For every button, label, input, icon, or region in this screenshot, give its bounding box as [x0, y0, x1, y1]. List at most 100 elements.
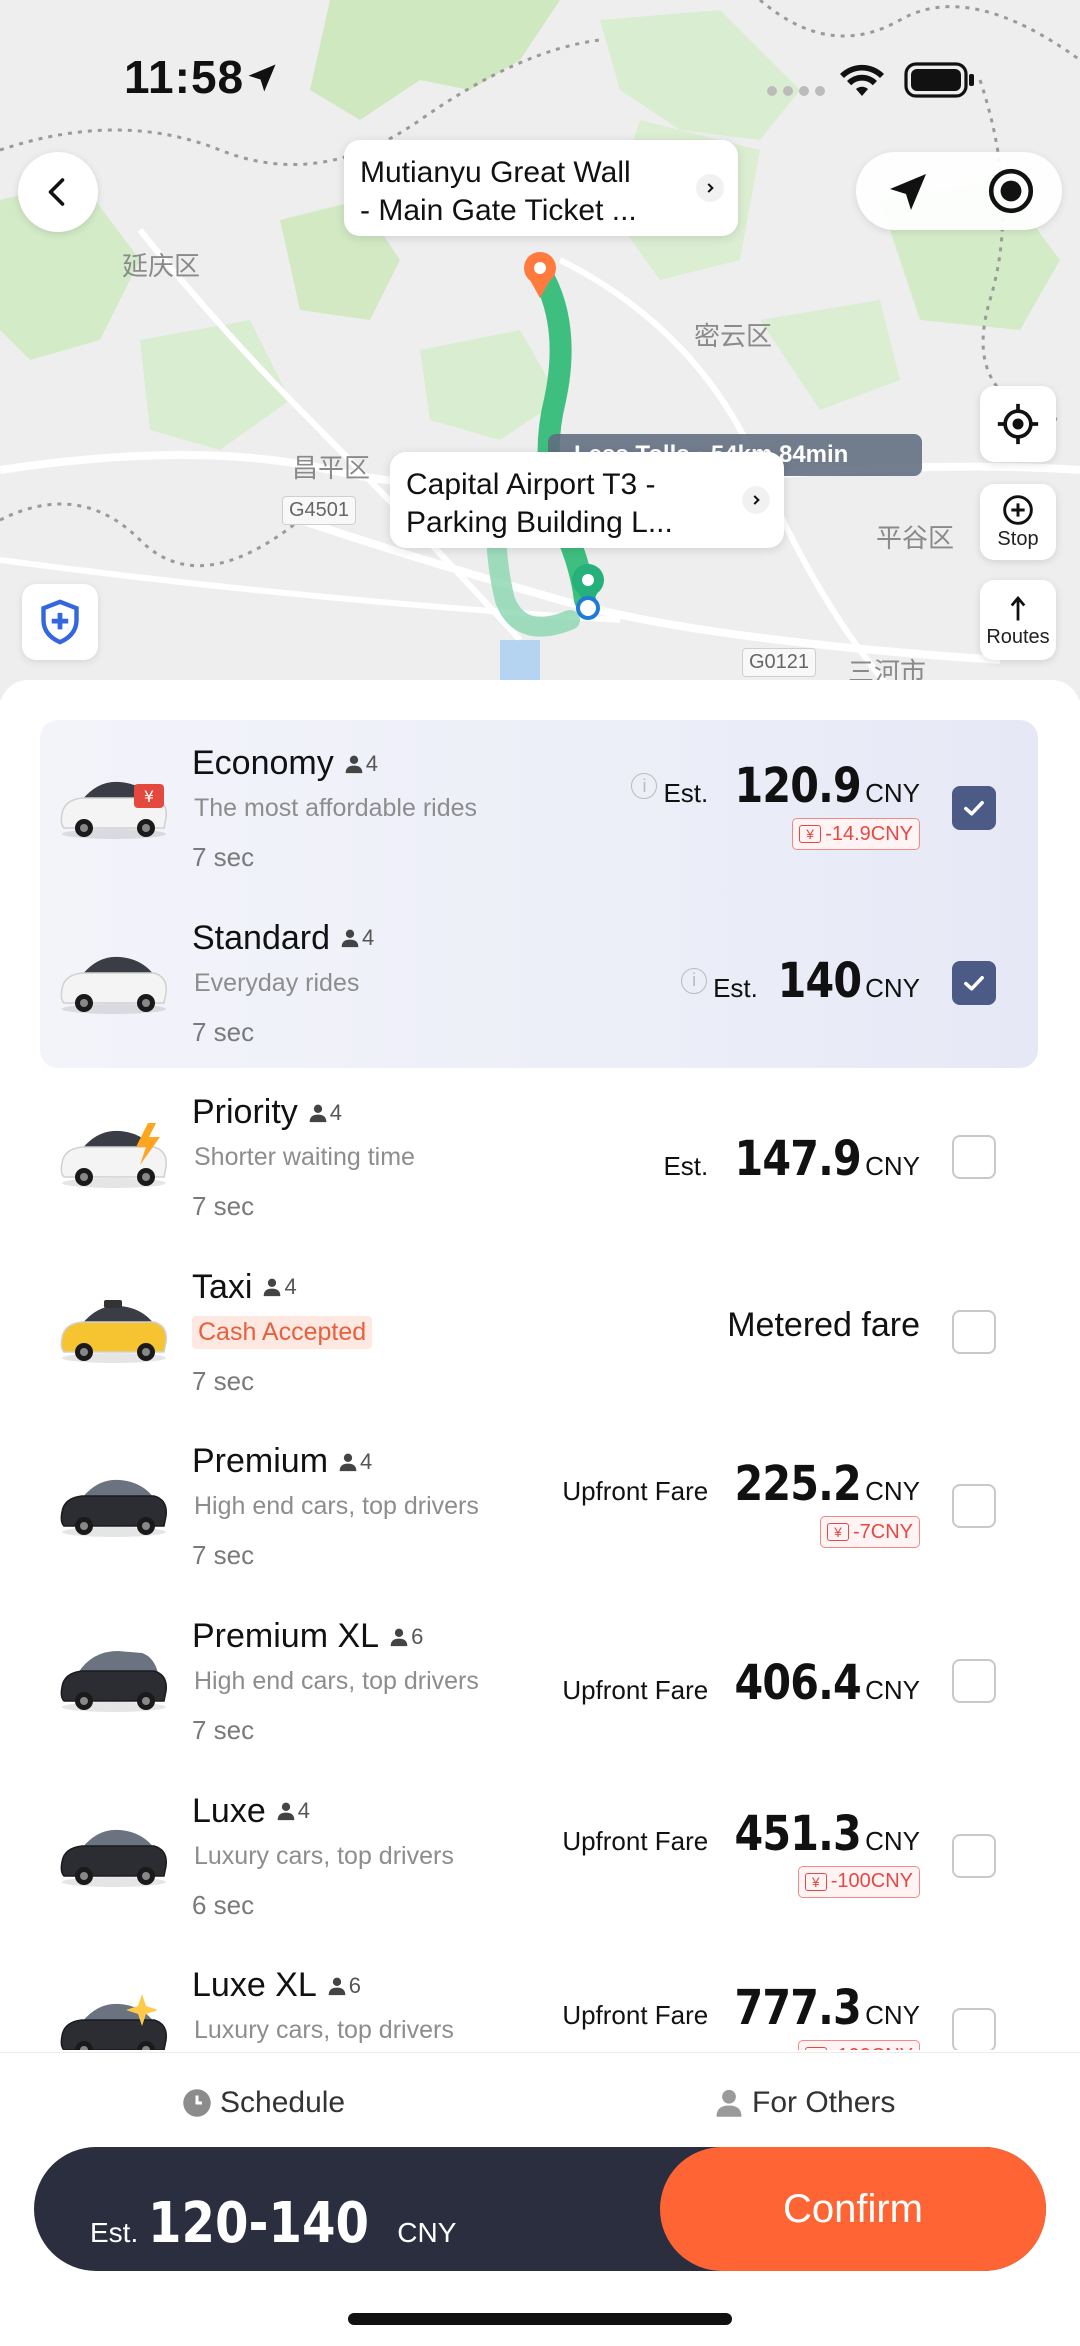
ride-name: Economy	[192, 744, 334, 782]
price-amount: 451.3	[734, 1805, 862, 1862]
navigate-arrow-icon[interactable]	[884, 168, 932, 216]
ride-select-checkbox[interactable]	[952, 2008, 996, 2050]
status-time: 11:58	[124, 51, 245, 103]
price-amount: 777.3	[734, 1980, 862, 2037]
discount-amount: -100CNY	[831, 2045, 913, 2050]
info-icon[interactable]: i	[681, 967, 708, 994]
car-icon	[58, 1818, 170, 1895]
ride-description: High end cars, top drivers	[194, 1667, 479, 1695]
ride-option-economy[interactable]: ¥ Economy 4 The most affordable rides 7 …	[0, 722, 1080, 896]
person-icon	[328, 1977, 346, 1995]
schedule-label: Schedule	[220, 2086, 346, 2119]
destination-line1: Mutianyu Great Wall	[360, 156, 631, 189]
price-prefix: Est.	[713, 972, 758, 1003]
origin-line1: Capital Airport T3 -	[406, 468, 656, 501]
price-prefix: Est.	[663, 778, 709, 808]
ride-select-checkbox[interactable]	[952, 1484, 996, 1529]
seat-count: 4	[262, 1274, 297, 1300]
confirm-button[interactable]: Confirm	[660, 2147, 1046, 2271]
discount-badge: ¥ -100CNY	[797, 1865, 920, 1898]
price-unit: CNY	[865, 1825, 920, 1856]
ride-name-row: Economy 4	[192, 744, 378, 783]
ride-name: Premium	[192, 1442, 329, 1481]
price-unit: CNY	[865, 1476, 920, 1507]
ride-option-standard[interactable]: Standard 4 Everyday rides 7 sec i Est. 1…	[0, 897, 1080, 1071]
info-icon[interactable]: i	[631, 773, 658, 799]
bottom-bar: Schedule For Others Est. 120-140 CNY Con…	[0, 2052, 1080, 2346]
chevron-left-icon	[48, 178, 65, 206]
person-icon	[264, 1278, 281, 1297]
ride-options-sheet[interactable]: ¥ Economy 4 The most affordable rides 7 …	[0, 680, 1080, 2050]
price-prefix: Est.	[663, 1151, 709, 1182]
ride-description: The most affordable rides	[194, 794, 478, 822]
ride-select-checkbox[interactable]	[952, 1309, 996, 1354]
price-prefix: Upfront Fare	[562, 1675, 709, 1705]
map-label-pinggu: 平谷区	[876, 523, 955, 553]
routes-button[interactable]: Routes	[980, 580, 1056, 660]
seat-count: 6	[327, 1973, 361, 1999]
ride-select-checkbox[interactable]	[952, 786, 996, 830]
seat-count: 4	[276, 1798, 310, 1824]
safety-button[interactable]	[22, 584, 98, 660]
origin-card[interactable]: Capital Airport T3 - Parking Building L.…	[390, 452, 784, 548]
ride-select-checkbox[interactable]	[952, 1135, 996, 1180]
battery-icon	[904, 62, 974, 98]
ride-option-luxe[interactable]: Luxe 4 Luxury cars, top drivers 6 sec Up…	[0, 1770, 1080, 1944]
ride-option-luxe-xl[interactable]: Luxe XL 6 Luxury cars, top drivers Upfro…	[0, 1944, 1080, 2050]
ride-select-checkbox[interactable]	[952, 1833, 996, 1878]
add-stop-button[interactable]: Stop	[980, 484, 1056, 560]
ride-price: Upfront Fare 777.3 CNY	[562, 1980, 920, 2036]
person-icon	[341, 929, 359, 948]
map-view[interactable]: 延庆区 密云区 昌平区 平谷区 三河市 G4501 G0121 11:58 Mu…	[0, 0, 1080, 700]
ride-name: Standard	[192, 918, 330, 957]
ride-description: Shorter waiting time	[194, 1143, 415, 1172]
discount-amount: -14.9CNY	[825, 822, 913, 845]
ride-option-premium[interactable]: Premium 4 High end cars, top drivers 7 s…	[0, 1420, 1080, 1594]
home-indicator[interactable]	[348, 2313, 732, 2325]
estimate-total: Est. 120-140 CNY	[90, 2191, 456, 2256]
routes-label: Routes	[986, 625, 1050, 648]
target-icon[interactable]	[986, 166, 1036, 216]
person-icon	[309, 1104, 327, 1122]
ride-option-taxi[interactable]: Taxi 4 Cash Accepted 7 sec Metered fare	[0, 1246, 1080, 1420]
ride-price: Upfront Fare 406.4 CNY	[562, 1655, 920, 1711]
destination-line2: - Main Gate Ticket ...	[360, 194, 637, 227]
price-amount: 225.2	[734, 1456, 862, 1513]
origin-line2: Parking Building L...	[406, 506, 673, 539]
discount-badge: ¥ -100CNY	[797, 2040, 920, 2050]
person-icon	[716, 2089, 742, 2117]
seat-count: 4	[340, 925, 374, 951]
seat-count: 4	[344, 751, 378, 777]
locate-me-button[interactable]	[980, 386, 1056, 462]
price-unit: CNY	[865, 778, 920, 808]
ride-eta: 7 sec	[192, 842, 255, 872]
ride-name: Taxi	[192, 1267, 253, 1306]
ride-description: High end cars, top drivers	[194, 1492, 479, 1521]
for-others-button[interactable]: For Others	[714, 2073, 895, 2133]
ride-price: i Est. 140 CNY	[681, 953, 920, 1009]
svg-text:¥: ¥	[144, 787, 154, 806]
ride-price: i Est. 120.9 CNY	[631, 758, 920, 814]
seat-number: 4	[284, 1274, 297, 1300]
ride-name-row: Premium XL 6	[192, 1617, 423, 1656]
discount-badge: ¥ -14.9CNY	[792, 818, 920, 850]
discount-amount: -7CNY	[852, 1520, 913, 1543]
ride-description: Luxury cars, top drivers	[194, 2016, 454, 2045]
ride-select-checkbox[interactable]	[952, 960, 996, 1005]
ride-eta: 7 sec	[192, 1191, 255, 1222]
metered-fare-label: Metered fare	[727, 1305, 920, 1344]
schedule-button[interactable]: Schedule	[182, 2073, 345, 2133]
price-prefix: Upfront Fare	[562, 1476, 709, 1507]
ride-option-premium-xl[interactable]: Premium XL 6 High end cars, top drivers …	[0, 1595, 1080, 1769]
back-button[interactable]	[18, 152, 98, 232]
price-amount: 140	[777, 952, 862, 1009]
coupon-icon: ¥	[799, 825, 822, 843]
discount-amount: -100CNY	[830, 1870, 913, 1893]
destination-card[interactable]: Mutianyu Great Wall - Main Gate Ticket .…	[344, 140, 738, 236]
ride-option-priority[interactable]: Priority 4 Shorter waiting time 7 sec Es…	[0, 1071, 1080, 1245]
route-fork-icon	[1010, 595, 1026, 620]
ride-select-checkbox[interactable]	[952, 1659, 996, 1703]
ride-name: Premium XL	[192, 1617, 380, 1655]
ride-name-row: Standard 4	[192, 919, 374, 958]
wifi-icon	[840, 64, 884, 96]
